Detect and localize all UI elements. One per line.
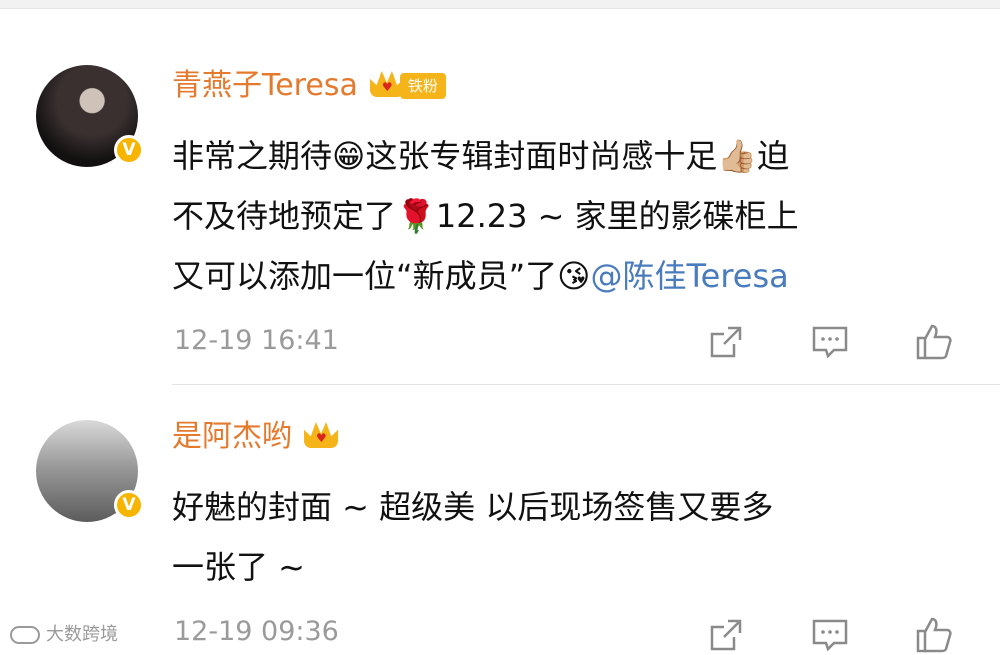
action-bar	[700, 322, 970, 362]
mention-link[interactable]: @陈佳Teresa	[591, 257, 789, 295]
comment-line: 一张了 ~	[172, 548, 305, 586]
verified-v-icon: V	[114, 490, 144, 520]
watermark-logo-icon	[10, 626, 40, 644]
comment-line: 不及待地预定了🌹12.23 ~ 家里的影碟柜上	[172, 197, 799, 235]
verified-v-icon: V	[114, 135, 144, 165]
watermark: 大数跨境	[10, 624, 118, 646]
comment-text: 好魅的封面 ~ 超级美 以后现场签售又要多 一张了 ~	[172, 477, 972, 597]
name-row: 青燕子Teresa ♥ 铁粉	[172, 64, 446, 108]
thumbs-up-icon[interactable]	[914, 322, 954, 362]
thumbs-up-icon[interactable]	[914, 615, 954, 655]
name-row: 是阿杰哟 ♥	[172, 415, 338, 459]
watermark-text: 大数跨境	[46, 624, 118, 645]
crown-icon: ♥	[304, 422, 338, 452]
avatar[interactable]: V	[36, 420, 144, 522]
comment-item: V 青燕子Teresa ♥ 铁粉 非常之期待😁这张专辑封面时尚感十足👍🏼迫 不及…	[0, 8, 1000, 384]
timestamp: 12-19 09:36	[174, 616, 339, 647]
timestamp: 12-19 16:41	[174, 325, 339, 356]
comment-icon[interactable]	[810, 615, 850, 655]
username[interactable]: 是阿杰哟	[172, 415, 292, 459]
avatar[interactable]: V	[36, 65, 144, 167]
comment-line: 非常之期待😁这张专辑封面时尚感十足👍🏼迫	[172, 137, 790, 175]
username[interactable]: 青燕子Teresa	[172, 64, 358, 108]
comment-text: 非常之期待😁这张专辑封面时尚感十足👍🏼迫 不及待地预定了🌹12.23 ~ 家里的…	[172, 126, 972, 306]
crown-icon: ♥	[369, 71, 404, 101]
comment-line: 又可以添加一位“新成员”了😘	[172, 257, 591, 295]
share-icon[interactable]	[706, 615, 746, 655]
action-bar	[700, 615, 970, 655]
share-icon[interactable]	[706, 322, 746, 362]
comment-item: V 是阿杰哟 ♥ 好魅的封面 ~ 超级美 以后现场签售又要多 一张了 ~ 12-…	[0, 385, 1000, 654]
comment-line: 好魅的封面 ~ 超级美 以后现场签售又要多	[172, 488, 774, 526]
comment-icon[interactable]	[810, 322, 850, 362]
fan-badge: 铁粉	[399, 73, 446, 99]
